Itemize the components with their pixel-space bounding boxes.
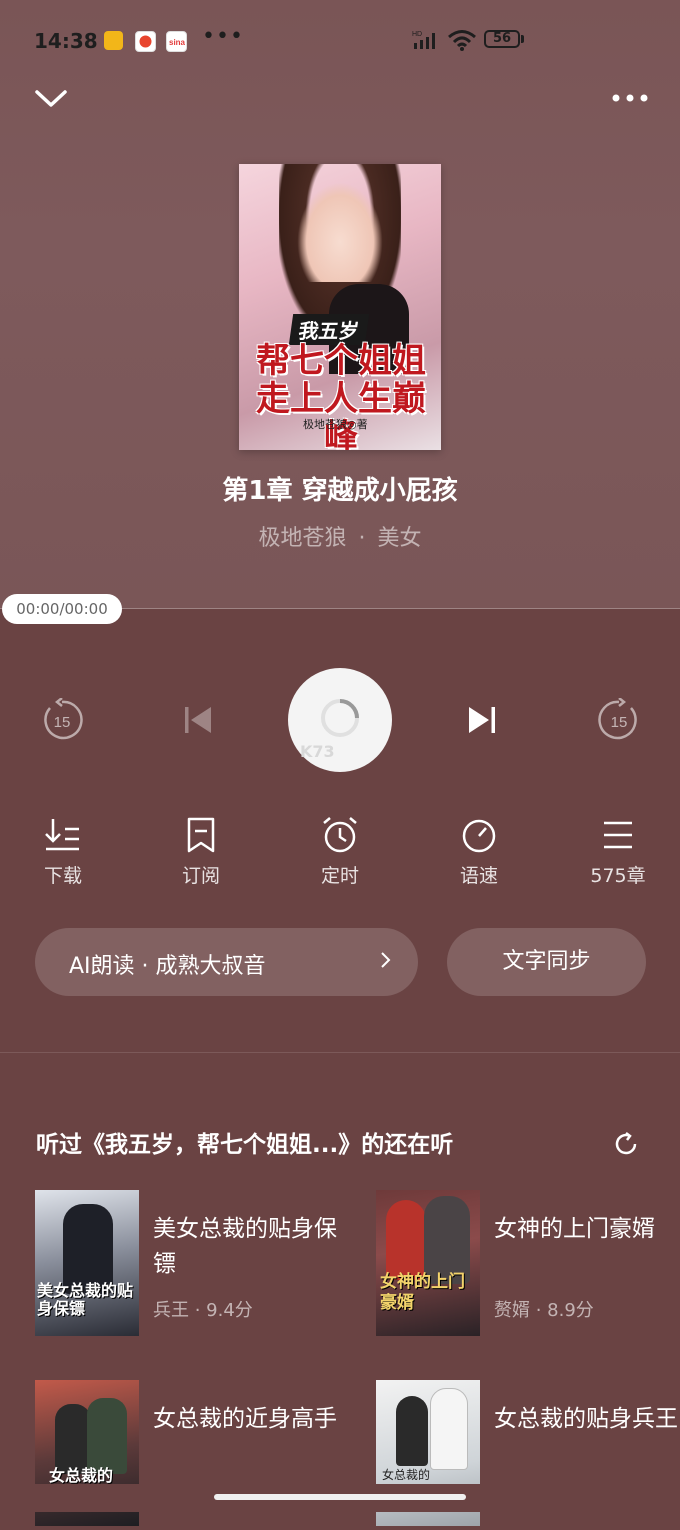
recommend-meta: 兵王 · 9.4分: [153, 1300, 253, 1321]
next-chapter-icon[interactable]: [466, 704, 498, 736]
recommend-cover: 女神的上门豪婿: [376, 1190, 480, 1336]
chevron-down-icon[interactable]: [34, 82, 68, 112]
recommend-meta: 赘婿 · 8.9分: [494, 1300, 594, 1321]
chevron-right-icon: [381, 952, 391, 968]
cover-title: 帮七个姐姐 走上人生巅峰: [245, 342, 437, 450]
previous-chapter-icon[interactable]: [182, 704, 214, 736]
book-meta: 极地苍狼 · 美女: [0, 520, 680, 552]
download-button[interactable]: 下载: [23, 815, 103, 888]
subscribe-button[interactable]: 订阅: [161, 815, 241, 888]
notification-app-icon: sina: [166, 31, 187, 52]
status-time: 14:38: [34, 29, 98, 53]
svg-text:15: 15: [54, 714, 71, 731]
recommend-cover: 美女总裁的贴身保镖: [35, 1190, 139, 1336]
chapter-list-button[interactable]: 575章: [578, 815, 658, 888]
battery-icon: 56: [484, 30, 520, 48]
wifi-icon: [448, 30, 476, 51]
svg-text:HD: HD: [412, 31, 422, 38]
svg-text:15: 15: [611, 714, 628, 731]
time-display[interactable]: 00:00/00:00: [2, 594, 122, 624]
notification-app-icon: [135, 31, 156, 52]
cover-title-line2: 走上人生巅峰: [256, 379, 426, 450]
book-cover: 我五岁 帮七个姐姐 走上人生巅峰 极地苍狼◎著: [239, 164, 441, 450]
timer-label: 定时: [320, 865, 359, 887]
svg-text:sina: sina: [169, 38, 186, 47]
cover-figure: [386, 1200, 426, 1280]
recommend-title: 女总裁的贴身兵王: [494, 1406, 678, 1432]
recommend-cover-text: 女总裁的: [49, 1466, 114, 1485]
cover-figure: [396, 1396, 428, 1466]
recommend-cover-text: 美女总裁的贴身保镖: [37, 1281, 134, 1318]
cover-figure: [430, 1388, 468, 1470]
more-notifications-icon: •••: [202, 24, 244, 49]
status-bar: 14:38 sina ••• HD 56: [0, 0, 680, 80]
recommend-author: 赘婿: [494, 1300, 530, 1321]
bookmark-icon: [187, 817, 215, 853]
recommend-item[interactable]: 女神的上门豪婿 女神的上门豪婿 赘婿 · 8.9分: [376, 1190, 676, 1340]
chapter-title: 第1章 穿越成小屁孩: [222, 476, 458, 506]
timer-button[interactable]: 定时: [300, 815, 380, 888]
notification-app-icon: [104, 31, 123, 50]
more-horizontal-icon[interactable]: [610, 88, 650, 108]
speed-button[interactable]: 语速: [439, 815, 519, 888]
download-label: 下载: [43, 865, 82, 887]
recommend-item[interactable]: 美女总裁的贴身保镖 美女总裁的贴身保镖 兵王 · 9.4分: [35, 1190, 337, 1340]
battery-tip: [521, 35, 524, 43]
home-indicator[interactable]: [214, 1494, 466, 1500]
section-divider: [0, 1052, 680, 1053]
meta-separator: ·: [358, 526, 366, 551]
play-button[interactable]: K73: [288, 668, 392, 772]
text-sync-button[interactable]: 文字同步: [447, 928, 646, 996]
author-name[interactable]: 极地苍狼: [258, 526, 346, 551]
ai-voice-selector[interactable]: AI朗读 · 成熟大叔音: [35, 928, 418, 996]
recommend-title: 美女总裁的贴身保镖: [153, 1216, 337, 1277]
download-icon: [45, 819, 79, 851]
ai-voice-label: AI朗读 · 成熟大叔音: [69, 954, 266, 979]
recommend-cover-text: 女神的上门豪婿: [380, 1272, 465, 1313]
list-icon: [604, 821, 632, 849]
subscribe-label: 订阅: [181, 865, 220, 887]
recommend-heading: 听过《我五岁，帮七个姐姐...》的还在听: [36, 1132, 454, 1158]
forward-15-icon[interactable]: 15: [597, 698, 641, 742]
cover-author: 极地苍狼◎著: [303, 418, 368, 431]
cover-figure: [424, 1196, 470, 1284]
alarm-clock-icon: [323, 817, 357, 853]
cover-illustration-face: [297, 182, 383, 282]
recommend-title: 女总裁的近身高手: [153, 1406, 337, 1432]
category-name[interactable]: 美女: [378, 526, 422, 551]
speed-dial-icon: [462, 819, 496, 853]
signal-icon: HD: [412, 31, 435, 49]
recommend-cover-text: 女总裁的: [382, 1468, 431, 1482]
recommend-title: 女神的上门豪婿: [494, 1216, 655, 1242]
watermark: K73: [300, 742, 335, 761]
refresh-icon[interactable]: [613, 1131, 639, 1157]
recommend-score: 9.4分: [206, 1300, 253, 1321]
chapter-count-label: 575章: [590, 865, 646, 887]
recommend-author: 兵王: [153, 1300, 189, 1321]
recommend-score: 8.9分: [547, 1300, 594, 1321]
speed-label: 语速: [459, 865, 498, 887]
cover-title-line1: 帮七个姐姐: [256, 341, 426, 381]
rewind-15-icon[interactable]: 15: [40, 698, 84, 742]
